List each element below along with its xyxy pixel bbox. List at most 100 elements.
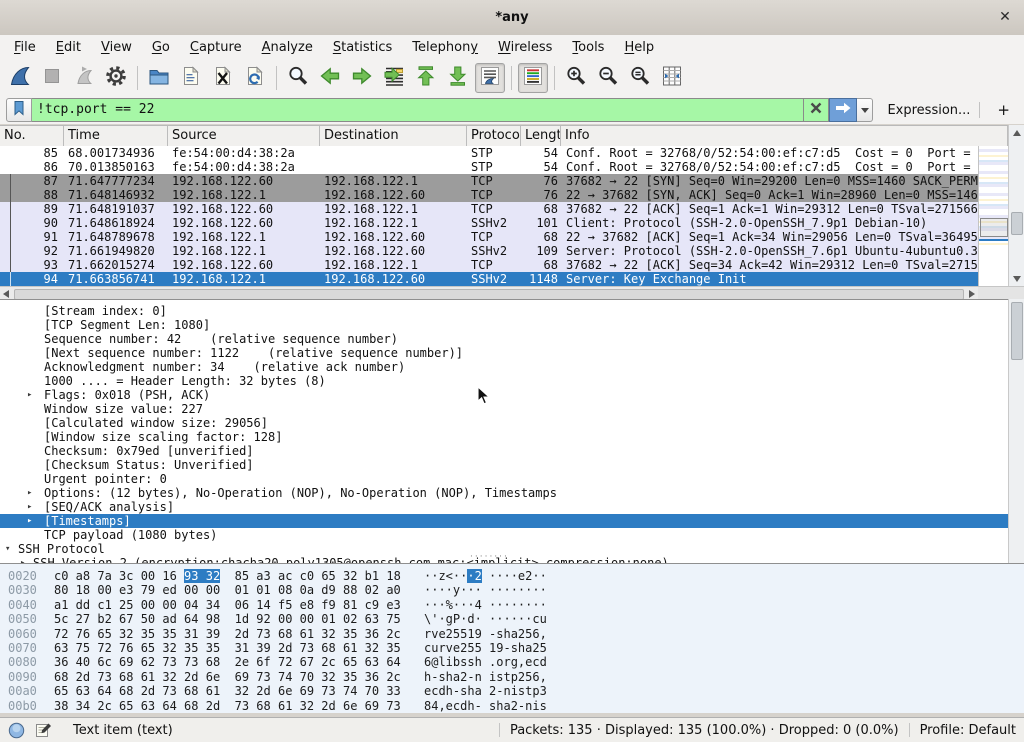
ascii-bytes[interactable]: h-sha2-n istp256, [424,670,547,684]
hex-row[interactable]: 007063 75 72 76 65 32 35 35 31 39 2d 73 … [0,641,1024,655]
detail-line[interactable]: [TCP Segment Len: 1080] [0,318,1008,332]
expand-icon[interactable]: ▸ [27,388,32,402]
menu-help[interactable]: Help [614,38,664,57]
hex-bytes[interactable]: 72 76 65 32 35 35 31 39 2d 73 68 61 32 3… [54,627,410,641]
hex-bytes[interactable]: 38 34 2c 65 63 64 68 2d 73 68 61 32 2d 6… [54,699,410,713]
find-packet-button[interactable] [283,63,313,93]
filter-dropdown-button[interactable] [857,98,873,122]
detail-line[interactable]: Window size value: 227 [0,402,1008,416]
expand-icon[interactable]: ▸ [27,486,32,500]
packet-row[interactable]: 8568.001734936fe:54:00:d4:38:2aSTP54Conf… [0,146,978,160]
menu-statistics[interactable]: Statistics [323,38,402,57]
expert-info-icon[interactable] [8,722,25,739]
hex-row[interactable]: 0020c0 a8 7a 3c 00 16 93 32 85 a3 ac c0 … [0,569,1024,583]
packet-minimap[interactable] [978,146,1009,286]
scroll-thumb[interactable] [1011,302,1023,360]
hex-bytes[interactable]: c0 a8 7a 3c 00 16 93 32 85 a3 ac c0 65 3… [54,569,410,583]
column-header-length[interactable]: Length [521,126,561,147]
scroll-thumb[interactable] [1011,212,1023,235]
menu-tools[interactable]: Tools [562,38,614,57]
column-header-protocol[interactable]: Protocol [467,126,521,147]
scroll-left-icon[interactable] [3,290,9,298]
hex-row[interactable]: 006072 76 65 32 35 35 31 39 2d 73 68 61 … [0,627,1024,641]
ascii-bytes[interactable]: curve255 19-sha25 [424,641,547,655]
ascii-bytes[interactable]: 6@libssh .org,ecd [424,655,547,669]
scroll-right-icon[interactable] [969,290,975,298]
column-header-info[interactable]: Info [561,126,1008,147]
save-file-button[interactable] [176,63,206,93]
open-file-button[interactable] [144,63,174,93]
column-header-time[interactable]: Time [64,126,168,147]
packet-row[interactable]: 8871.648146932192.168.122.1192.168.122.6… [0,188,978,202]
ascii-bytes[interactable]: \'·gP·d· ······cu [424,612,547,626]
detail-line[interactable]: ▸Options: (12 bytes), No-Operation (NOP)… [0,486,1008,500]
expand-icon[interactable]: ▸ [27,514,32,528]
start-capture-button[interactable] [5,63,35,93]
close-file-button[interactable] [208,63,238,93]
packet-list-hscrollbar[interactable] [0,286,978,300]
filter-apply-button[interactable] [829,98,857,122]
packet-row[interactable]: 8670.013850163fe:54:00:d4:38:2aSTP54Conf… [0,160,978,174]
menu-analyze[interactable]: Analyze [252,38,323,57]
go-to-bottom-button[interactable] [443,63,473,93]
packet-row[interactable]: 8971.648191037192.168.122.60192.168.122.… [0,202,978,216]
ascii-bytes[interactable]: ··z<···2 ····e2·· [424,569,547,583]
detail-line[interactable]: ▸Flags: 0x018 (PSH, ACK) [0,388,1008,402]
profile-label[interactable]: Profile: Default [920,723,1016,738]
hex-bytes[interactable]: 65 63 64 68 2d 73 68 61 32 2d 6e 69 73 7… [54,684,410,698]
ascii-bytes[interactable]: rve25519 -sha256, [424,627,547,641]
close-icon[interactable] [997,9,1013,25]
menu-view[interactable]: View [91,38,142,57]
detail-line[interactable]: Urgent pointer: 0 [0,472,1008,486]
detail-line[interactable]: 1000 .... = Header Length: 32 bytes (8) [0,374,1008,388]
menu-wireless[interactable]: Wireless [488,38,562,57]
hex-row[interactable]: 003080 18 00 e3 79 ed 00 00 01 01 08 0a … [0,583,1024,597]
detail-line[interactable]: Acknowledgment number: 34 (relative ack … [0,360,1008,374]
column-header-destination[interactable]: Destination [320,126,467,147]
menu-edit[interactable]: Edit [46,38,91,57]
expand-icon[interactable]: ▸ [27,500,32,514]
capture-comment-icon[interactable] [34,721,52,739]
detail-line[interactable]: [Window size scaling factor: 128] [0,430,1008,444]
hex-bytes[interactable]: 68 2d 73 68 61 32 2d 6e 69 73 74 70 32 3… [54,670,410,684]
detail-line[interactable]: [Next sequence number: 1122 (relative se… [0,346,1008,360]
hex-row[interactable]: 0040a1 dd c1 25 00 00 04 34 06 14 f5 e8 … [0,598,1024,612]
column-header-source[interactable]: Source [168,126,320,147]
scroll-up-icon[interactable] [1013,130,1021,136]
detail-line[interactable]: TCP payload (1080 bytes) [0,528,1008,542]
detail-line[interactable]: Checksum: 0x79ed [unverified] [0,444,1008,458]
hex-row[interactable]: 00a065 63 64 68 2d 73 68 61 32 2d 6e 69 … [0,684,1024,698]
filter-input[interactable]: !tcp.port == 22 [32,98,804,122]
hex-bytes[interactable]: a1 dd c1 25 00 00 04 34 06 14 f5 e8 f9 8… [54,598,410,612]
hex-bytes[interactable]: 36 40 6c 69 62 73 73 68 2e 6f 72 67 2c 6… [54,655,410,669]
hex-row[interactable]: 00b038 34 2c 65 63 64 68 2d 73 68 61 32 … [0,699,1024,713]
auto-scroll-button[interactable] [475,63,505,93]
zoom-in-button[interactable] [561,63,591,93]
packet-row[interactable]: 9471.663856741192.168.122.1192.168.122.6… [0,272,978,286]
detail-line[interactable]: [Stream index: 0] [0,304,1008,318]
colorize-button[interactable] [518,63,548,93]
detail-line[interactable]: Sequence number: 42 (relative sequence n… [0,332,1008,346]
details-vscrollbar[interactable] [1008,299,1024,563]
resize-columns-button[interactable] [657,63,687,93]
expression-button[interactable]: Expression... [887,103,970,118]
capture-options-button[interactable] [101,63,131,93]
filter-add-button[interactable]: + [989,101,1018,119]
menu-capture[interactable]: Capture [180,38,252,57]
ascii-bytes[interactable]: ecdh-sha 2-nistp3 [424,684,547,698]
packet-row[interactable]: 9271.661949820192.168.122.1192.168.122.6… [0,244,978,258]
menu-telephony[interactable]: Telephony [402,38,488,57]
detail-line[interactable]: [Checksum Status: Unverified] [0,458,1008,472]
reload-file-button[interactable] [240,63,270,93]
hex-row[interactable]: 00505c 27 b2 67 50 ad 64 98 1d 92 00 00 … [0,612,1024,626]
menu-file[interactable]: File [4,38,46,57]
zoom-reset-button[interactable] [625,63,655,93]
packet-row[interactable]: 9371.662015274192.168.122.60192.168.122.… [0,258,978,272]
hex-row[interactable]: 008036 40 6c 69 62 73 73 68 2e 6f 72 67 … [0,655,1024,669]
go-back-button[interactable] [315,63,345,93]
ascii-bytes[interactable]: ····y··· ········ [424,583,547,597]
go-to-packet-button[interactable] [379,63,409,93]
collapse-icon[interactable]: ▾ [5,542,10,556]
menu-go[interactable]: Go [142,38,180,57]
hex-row[interactable]: 009068 2d 73 68 61 32 2d 6e 69 73 74 70 … [0,670,1024,684]
